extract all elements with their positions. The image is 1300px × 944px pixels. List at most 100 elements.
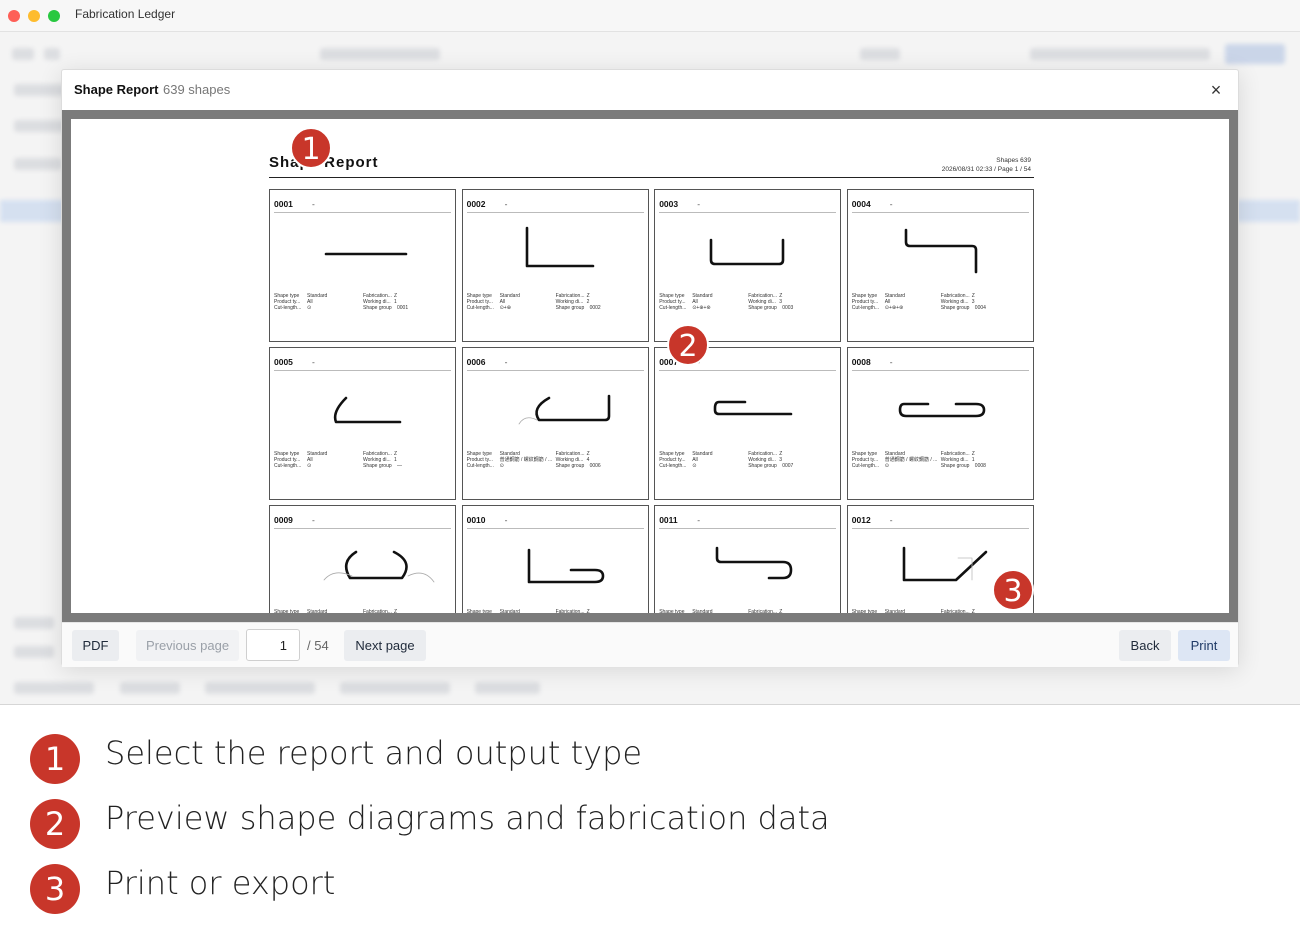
value-shape-type: Standard [499, 609, 520, 613]
shape-sub: - [889, 357, 893, 367]
report-page[interactable]: Shape Report Shapes 639 2026/08/31 02:33… [71, 119, 1229, 613]
shape-diagram [898, 402, 986, 418]
label-cut-length: Cut-length... [274, 305, 302, 312]
shape-diagram [525, 226, 594, 268]
shape-card-0011: 0011 - Shape typeStandardFabrication...ZPr… [654, 505, 842, 613]
shape-count: 639 shapes [163, 82, 231, 97]
shape-card-header: 0001 - [274, 199, 451, 213]
shape-diagram [323, 550, 435, 583]
shape-sub: - [312, 515, 315, 525]
shape-id: 0010 [466, 515, 486, 525]
zoom-window-button[interactable] [48, 10, 60, 22]
shape-card-0005: 0005 - Shape type Standard Fabrication... Z Pr… [269, 347, 456, 500]
shape-card-header: 0002 - [466, 199, 644, 213]
shape-sub: - [697, 515, 701, 525]
pdf-button[interactable]: PDF [72, 630, 119, 661]
shape-card-0004: 0004 - Shape type Standard Fabrication... Z Pr… [846, 189, 1034, 342]
next-page-button[interactable]: Next page [344, 630, 426, 661]
page-total: / 54 [307, 638, 329, 653]
shape-diagram [333, 396, 402, 424]
label-cut-length: Cut-length... [851, 305, 880, 312]
legend-marker-1: 1 [30, 734, 80, 784]
label-shape-type: Shape type [659, 609, 685, 613]
value-shape-group: 0002 [589, 305, 601, 312]
value-cut-length: ⊙ [884, 463, 889, 470]
page-number-input[interactable] [246, 629, 300, 661]
report-meta: Shapes 639 2026/08/31 02:33 / Page 1 / 5… [942, 156, 1031, 174]
shape-card-header: 0009 - [274, 515, 451, 529]
close-icon[interactable]: × [1206, 80, 1226, 100]
shape-sub: - [504, 515, 508, 525]
shape-fabrication-info: Shape typeStandardFabrication...ZProduct… [852, 451, 1031, 470]
value-shape-group: 0004 [974, 305, 986, 312]
callout-marker-1: 1 [290, 127, 332, 169]
shape-diagram [713, 400, 793, 416]
close-window-button[interactable] [8, 10, 20, 22]
label-shape-group: Shape group [555, 305, 585, 312]
shape-sub: - [504, 199, 508, 209]
label-fabrication: Fabrication... [940, 609, 970, 613]
label-shape-group: Shape group [363, 463, 392, 470]
shape-report-dialog: Shape Report 639 shapes × Shape Report S… [61, 69, 1239, 667]
shape-fabrication-info: Shape typeStandardFabrication...ZProduct… [274, 451, 453, 470]
callout-marker-3: 3 [992, 569, 1034, 611]
shape-diagram [527, 548, 604, 584]
shape-diagram [709, 238, 785, 266]
value-cut-length: ⊙+⊕+⊛ [884, 305, 904, 312]
print-button[interactable]: Print [1178, 630, 1230, 661]
value-fabrication: Z [394, 609, 398, 613]
value-shape-group: 0003 [782, 305, 794, 312]
shape-card-0002: 0002 - Shape type Standard Fabrication... Z Pr… [461, 189, 649, 342]
shape-id: 0003 [659, 199, 679, 209]
value-cut-length: ⊙ [307, 463, 312, 470]
value-cut-length: ⊙ [499, 463, 504, 470]
report-rule [269, 177, 1034, 178]
label-fabrication: Fabrication... [555, 609, 585, 613]
shape-fabrication-info: Shape typeStandardFabrication...ZProduct… [274, 293, 453, 312]
report-meta-shapes: Shapes 639 [996, 157, 1031, 164]
value-cut-length: ⊙ [692, 463, 697, 470]
label-cut-length: Cut-length... [851, 463, 880, 470]
shape-card-header: 0012 - [851, 515, 1029, 529]
shape-card-0009: 0009 - Shape typeStandardFabrication...ZPr… [269, 505, 456, 613]
shape-card-0010: 0010-Shape typeStandardFabrication...ZPr… [461, 505, 649, 613]
label-cut-length: Cut-length... [466, 463, 494, 470]
shape-card-0003: 0003 - Shape type Standard Fabrication... Z Pr… [654, 189, 842, 342]
shape-card-header: 0004 - [851, 199, 1029, 213]
dialog-header: Shape Report 639 shapes × [62, 70, 1238, 110]
legend-marker-3: 3 [30, 864, 80, 914]
shape-sub: - [889, 199, 893, 209]
label-shape-group: Shape group [940, 305, 970, 312]
label-shape-group: Shape group [363, 305, 392, 312]
minimize-window-button[interactable] [28, 10, 40, 22]
shape-fabrication-info: Shape typeStandardFabrication...ZProduct… [467, 451, 646, 470]
previous-page-button[interactable]: Previous page [136, 630, 239, 661]
value-shape-group: 0008 [974, 463, 986, 470]
shape-fabrication-info: Shape typeStandardFabrication...ZProduct… [659, 451, 838, 470]
value-shape-type: Standard [884, 609, 906, 613]
shape-id: 0001 [274, 199, 293, 209]
shape-card-header: 0011 - [659, 515, 837, 529]
shape-fabrication-info: Shape typeStandardFabrication...ZProduct… [467, 609, 646, 613]
shape-id: 0005 [274, 357, 293, 367]
shape-diagram [324, 252, 408, 256]
shape-card-header: 0006 - [466, 357, 644, 371]
shape-id: 0011 [659, 515, 678, 525]
shape-card-header: 0005 - [274, 357, 451, 371]
shape-diagram [518, 394, 610, 425]
label-fabrication: Fabrication... [363, 609, 392, 613]
shape-id: 0012 [851, 515, 871, 525]
report-meta-date-page: 2026/08/31 02:33 / Page 1 / 54 [941, 166, 1031, 173]
shape-fabrication-info: Shape typeStandardFabrication...ZProduct… [274, 609, 453, 613]
label-cut-length: Cut-length... [659, 305, 687, 312]
shape-card-0007: 0007-Shape typeStandardFabrication...ZPr… [654, 347, 842, 500]
shape-fabrication-info: Shape typeStandardFabrication...ZProduct… [659, 609, 838, 613]
label-cut-length: Cut-length... [466, 305, 494, 312]
shape-sub: - [312, 199, 315, 209]
window-title: Fabrication Ledger [75, 7, 176, 21]
shape-sub: - [697, 199, 701, 209]
shape-id: 0004 [851, 199, 871, 209]
back-button[interactable]: Back [1119, 630, 1171, 661]
shape-diagram [715, 546, 793, 580]
shape-id: 0009 [274, 515, 293, 525]
